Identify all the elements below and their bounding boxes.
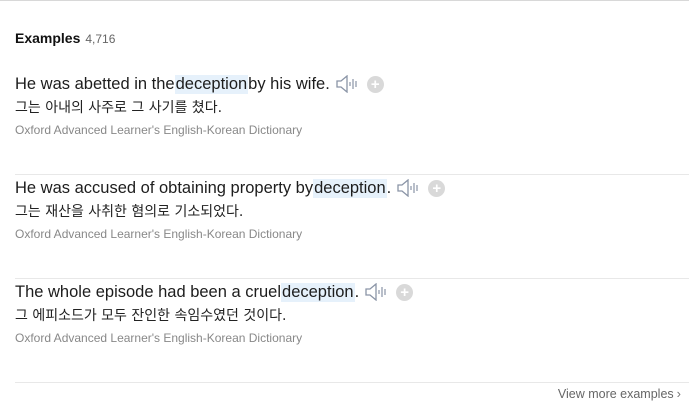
examples-panel: Examples 4,716 He was abetted in the dec… <box>0 0 689 409</box>
add-to-wordbook-icon[interactable]: + <box>366 75 384 93</box>
example-item: He was accused of obtaining property by … <box>15 175 689 279</box>
example-item: He was abetted in the deception by his w… <box>15 71 689 175</box>
example-english-text: He was accused of obtaining property by <box>15 178 314 197</box>
example-english-text: He was abetted in the <box>15 74 175 93</box>
speaker-icon[interactable] <box>336 74 360 94</box>
example-korean: 그는 재산을 사취한 혐의로 기소되었다. <box>15 204 244 220</box>
view-more-examples-link[interactable]: View more examples › <box>558 386 681 401</box>
view-more-label: View more examples <box>557 386 674 401</box>
example-source: Oxford Advanced Learner's English-Korean… <box>15 123 303 137</box>
speaker-icon[interactable] <box>397 178 421 198</box>
example-korean: 그 에피소드가 모두 잔인한 속임수였던 것이다. <box>15 308 287 324</box>
add-to-wordbook-icon[interactable]: + <box>396 283 414 301</box>
highlighted-term: deception <box>281 282 355 302</box>
example-english: He was accused of obtaining property by … <box>15 175 446 201</box>
example-english-text: The whole episode had been a cruel <box>15 282 282 301</box>
example-english: The whole episode had been a cruel decep… <box>15 279 414 305</box>
highlighted-term: deception <box>313 178 387 198</box>
add-to-wordbook-icon[interactable]: + <box>428 179 446 197</box>
example-korean: 그는 아내의 사주로 그 사기를 쳤다. <box>15 100 223 116</box>
example-english: He was abetted in the deception by his w… <box>15 71 384 97</box>
highlighted-term: deception <box>174 74 249 94</box>
chevron-right-icon: › <box>676 386 681 401</box>
examples-title: Examples <box>15 30 81 46</box>
examples-count: 4,716 <box>85 32 116 46</box>
example-english-text: by his wife. <box>248 74 330 93</box>
example-english-text: . <box>354 282 360 301</box>
examples-header: Examples 4,716 <box>15 30 115 46</box>
example-source: Oxford Advanced Learner's English-Korean… <box>15 227 303 241</box>
example-english-text: . <box>386 178 392 197</box>
example-source: Oxford Advanced Learner's English-Korean… <box>15 331 303 345</box>
example-item: The whole episode had been a cruel decep… <box>15 279 689 383</box>
speaker-icon[interactable] <box>365 282 389 302</box>
